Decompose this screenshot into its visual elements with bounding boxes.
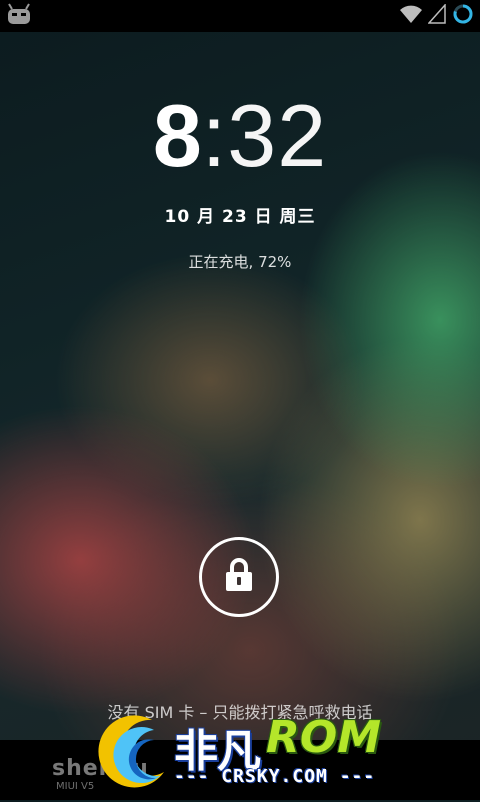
lockscreen-date: 10 月 23 日 周三 <box>164 207 316 227</box>
watermark-shendu-sub: MIUI V5 <box>56 781 95 792</box>
watermark-logo-swirl <box>94 712 174 802</box>
lockscreen-clock: 8:32 <box>0 92 480 180</box>
cyanogen-android-icon <box>6 3 32 29</box>
signal-icon <box>427 3 446 28</box>
lock-icon <box>224 557 254 597</box>
wifi-icon <box>400 4 422 28</box>
clock-hour: 8 <box>152 86 202 185</box>
battery-charging-icon <box>452 3 474 29</box>
charging-status: 正在充电, 72% <box>188 253 292 271</box>
clock-minute: :32 <box>201 86 328 185</box>
watermark-rom: ROM <box>266 712 382 763</box>
unlock-button[interactable] <box>199 537 279 617</box>
watermark-crsky: --- CRSKY.COM --- <box>174 766 376 787</box>
status-bar <box>0 0 480 32</box>
